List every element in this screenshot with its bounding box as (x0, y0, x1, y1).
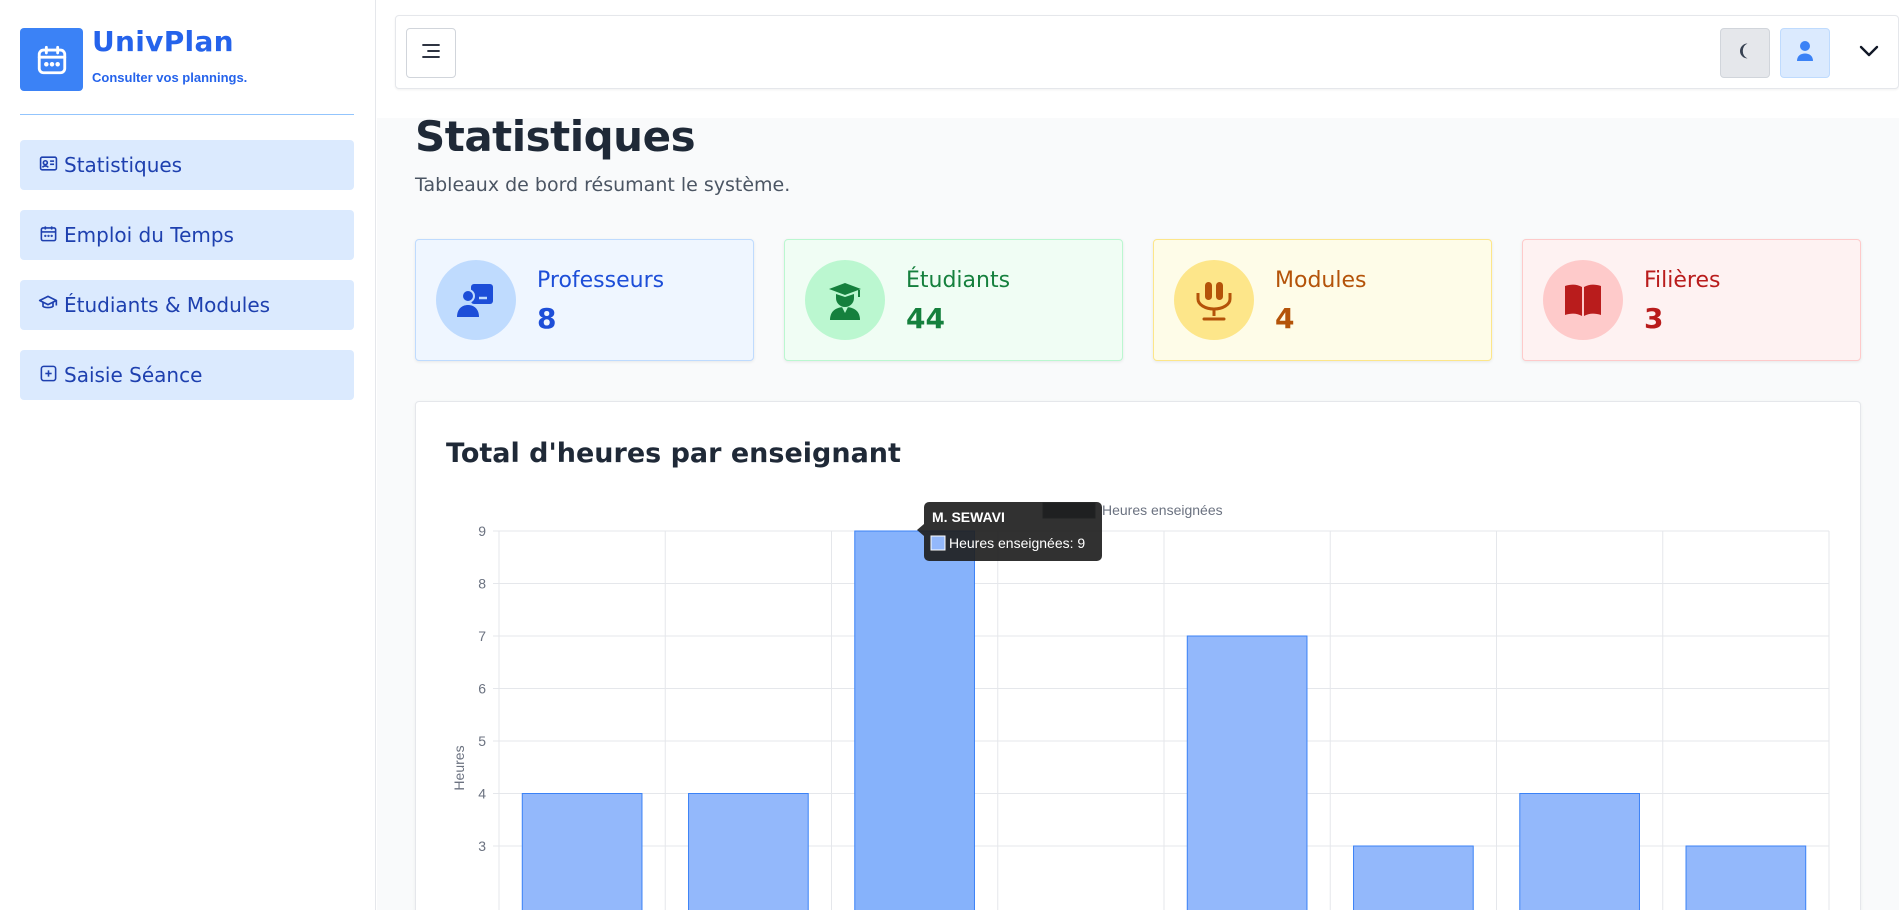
topbar (395, 15, 1899, 89)
stat-card-modules[interactable]: Modules 4 (1153, 239, 1492, 361)
stat-cards: Professeurs 8 Étudiants 44 Modules 4 Fil… (415, 239, 1861, 361)
stat-value: 8 (537, 302, 557, 335)
book-icon (1543, 260, 1623, 340)
sidebar-nav: Statistiques Emploi du Temps Étudiants &… (20, 140, 354, 420)
user-menu-button[interactable] (1780, 28, 1830, 78)
stat-label: Professeurs (537, 268, 665, 293)
chart-card (415, 401, 1861, 910)
menu-icon (420, 42, 442, 65)
sidebar-item-label: Statistiques (64, 153, 183, 177)
chart-title: Total d'heures par enseignant (446, 438, 901, 469)
teacher-icon (436, 260, 516, 340)
stat-label: Filières (1644, 268, 1721, 293)
app-title: UnivPlan (92, 25, 234, 58)
stat-label: Modules (1275, 268, 1367, 293)
sidebar-item-emploi-du-temps[interactable]: Emploi du Temps (20, 210, 354, 260)
stat-value: 44 (906, 302, 945, 335)
chair-icon (1174, 260, 1254, 340)
stat-value: 3 (1644, 302, 1664, 335)
app-subtitle: Consulter vos plannings. (92, 70, 248, 85)
stat-card-filieres[interactable]: Filières 3 (1522, 239, 1861, 361)
chevron-down-icon (1858, 44, 1880, 63)
student-icon (805, 260, 885, 340)
id-card-icon (38, 153, 58, 173)
sidebar-divider (20, 114, 354, 115)
sidebar: UnivPlan Consulter vos plannings. Statis… (0, 0, 376, 910)
user-icon (1796, 40, 1814, 67)
calendar-logo-icon (20, 28, 83, 91)
sidebar-item-label: Saisie Séance (64, 363, 203, 387)
graduation-cap-icon (38, 293, 58, 313)
add-square-icon (38, 363, 58, 383)
user-dropdown-button[interactable] (1844, 28, 1894, 78)
moon-icon (1735, 40, 1755, 67)
theme-toggle-button[interactable] (1720, 28, 1770, 78)
sidebar-item-label: Emploi du Temps (64, 223, 234, 247)
menu-toggle-button[interactable] (406, 28, 456, 78)
stat-value: 4 (1275, 302, 1295, 335)
calendar-icon (38, 223, 58, 243)
page-title: Statistiques (415, 112, 696, 161)
stat-card-etudiants[interactable]: Étudiants 44 (784, 239, 1123, 361)
sidebar-item-saisie-seance[interactable]: Saisie Séance (20, 350, 354, 400)
page-subtitle: Tableaux de bord résumant le système. (415, 174, 791, 196)
sidebar-item-statistiques[interactable]: Statistiques (20, 140, 354, 190)
stat-label: Étudiants (906, 268, 1011, 293)
stat-card-professeurs[interactable]: Professeurs 8 (415, 239, 754, 361)
sidebar-item-etudiants-modules[interactable]: Étudiants & Modules (20, 280, 354, 330)
sidebar-item-label: Étudiants & Modules (64, 293, 271, 317)
brand[interactable]: UnivPlan Consulter vos plannings. (20, 28, 247, 91)
